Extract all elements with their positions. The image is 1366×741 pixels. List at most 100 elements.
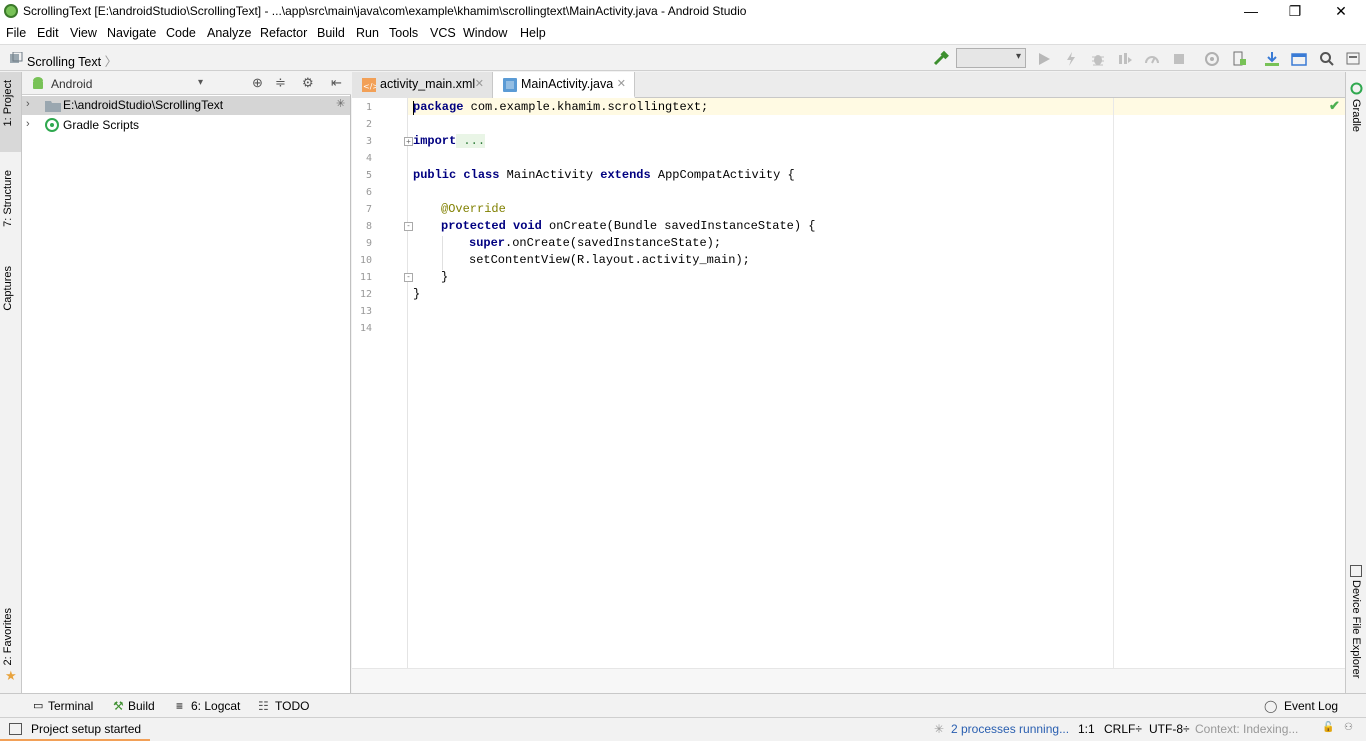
code-text: com.example.khamim.scrollingtext;	[463, 100, 709, 114]
menu-help[interactable]: Help	[520, 26, 546, 40]
class-name: MainActivity	[499, 168, 601, 182]
view-mode-chevron-down-icon[interactable]: ▾	[198, 77, 203, 88]
line-number: 12	[359, 289, 372, 300]
settings-gear-icon[interactable]: ⚙	[302, 75, 314, 91]
menu-code[interactable]: Code	[166, 26, 196, 40]
menu-window[interactable]: Window	[463, 26, 507, 40]
avd-manager-icon[interactable]	[1231, 51, 1247, 67]
keyword: package	[413, 100, 464, 114]
code-area[interactable]: package com.example.khamim.scrollingtext…	[408, 98, 1345, 668]
line-number: 4	[365, 153, 372, 164]
keyword: protected	[441, 219, 506, 233]
stop-icon[interactable]	[1171, 51, 1187, 67]
scroll-from-source-icon[interactable]: ⊕	[252, 75, 263, 91]
tree-row[interactable]: › E:\androidStudio\ScrollingText ✳	[22, 96, 350, 115]
gradle-icon	[45, 118, 59, 132]
menu-analyze[interactable]: Analyze	[207, 26, 251, 40]
line-separator-selector[interactable]: CRLF÷	[1104, 722, 1142, 736]
tab-mainactivity-java[interactable]: MainActivity.java ✕	[493, 72, 635, 98]
sync-gradle-icon[interactable]	[1204, 51, 1220, 67]
maximize-button[interactable]: ❐	[1272, 0, 1318, 23]
menu-vcs[interactable]: VCS	[430, 26, 456, 40]
tab-logcat[interactable]: 6: Logcat	[191, 699, 240, 713]
tab-device-file-explorer[interactable]: Device File Explorer	[1350, 580, 1362, 678]
line-number: 11	[359, 272, 372, 283]
bottom-tool-bar: ▭ Terminal ⚒ Build ≡ 6: Logcat ☷ TODO ◯ …	[0, 693, 1366, 717]
tab-favorites[interactable]: 2: Favorites	[2, 608, 14, 665]
editor-breadcrumb-area	[352, 668, 1345, 693]
close-tab-icon[interactable]: ✕	[617, 77, 626, 90]
code-text: AppCompatActivity {	[650, 168, 795, 182]
line-number: 6	[365, 187, 372, 198]
folded-imports[interactable]: ...	[456, 134, 486, 148]
menu-file[interactable]: File	[6, 26, 26, 40]
menu-run[interactable]: Run	[356, 26, 379, 40]
project-panel-header: Android ▾ ⊕ ≑ ⚙ ⇤	[22, 72, 351, 95]
hammer-build-icon[interactable]	[932, 50, 950, 68]
breadcrumb[interactable]: Scrolling Text 〉	[27, 51, 117, 70]
chevron-down-icon: ▾	[1015, 51, 1021, 62]
collapse-all-icon[interactable]: ≑	[275, 75, 286, 91]
close-button[interactable]: ✕	[1318, 0, 1364, 23]
lock-icon[interactable]: 🔓	[1322, 722, 1334, 733]
analysis-ok-check-icon[interactable]: ✔	[1329, 98, 1340, 114]
project-structure-icon[interactable]	[1291, 51, 1309, 67]
terminal-icon: ▭	[33, 700, 44, 712]
assistant-icon[interactable]	[1345, 51, 1361, 67]
menu-view[interactable]: View	[70, 26, 97, 40]
keyword: public	[413, 168, 457, 182]
tab-todo[interactable]: TODO	[275, 699, 309, 713]
minimize-button[interactable]: —	[1228, 0, 1274, 23]
code-line-11: setContentView(R.layout.activity_main);	[469, 253, 750, 267]
keyword: void	[513, 219, 542, 233]
todo-icon: ☷	[258, 699, 269, 713]
code-line-8: @Override	[441, 202, 506, 216]
caret-position[interactable]: 1:1	[1078, 722, 1095, 736]
run-config-dropdown[interactable]: ▾	[956, 48, 1026, 68]
profile-icon[interactable]	[1117, 51, 1133, 67]
tab-gradle[interactable]: Gradle	[1350, 99, 1362, 132]
tab-project[interactable]: 1: Project	[2, 80, 14, 126]
menu-tools[interactable]: Tools	[389, 26, 418, 40]
close-tab-icon[interactable]: ✕	[475, 77, 484, 90]
tab-build[interactable]: Build	[128, 699, 155, 713]
tab-label: activity_main.xml	[380, 77, 476, 91]
attach-debugger-icon[interactable]	[1144, 51, 1160, 67]
run-icon[interactable]	[1036, 51, 1052, 67]
encoding-selector[interactable]: UTF-8÷	[1149, 722, 1190, 736]
code-text: onCreate(Bundle savedInstanceState) {	[541, 219, 816, 233]
sdk-manager-icon[interactable]	[1264, 51, 1280, 67]
title-bar: ScrollingText [E:\androidStudio\Scrollin…	[0, 0, 1366, 23]
tab-event-log[interactable]: Event Log	[1284, 699, 1338, 713]
menu-edit[interactable]: Edit	[37, 26, 59, 40]
menu-refactor[interactable]: Refactor	[260, 26, 307, 40]
breadcrumb-label: Scrolling Text	[27, 55, 102, 69]
keyword: class	[463, 168, 500, 182]
tab-captures[interactable]: Captures	[2, 266, 14, 311]
toggle-tool-windows-icon[interactable]	[9, 723, 22, 735]
hide-panel-icon[interactable]: ⇤	[331, 75, 342, 91]
debug-icon[interactable]	[1090, 51, 1106, 67]
xml-file-icon: </>	[362, 78, 376, 92]
gradle-icon	[1350, 82, 1363, 95]
code-line-12: }	[441, 270, 449, 284]
tab-activity-main-xml[interactable]: </> activity_main.xml ✕	[352, 72, 493, 98]
context-indicator: Context: Indexing...	[1195, 722, 1299, 736]
build-icon: ⚒	[113, 699, 124, 713]
inspector-icon[interactable]: ⚇	[1344, 722, 1353, 733]
android-icon	[33, 77, 43, 89]
menu-navigate[interactable]: Navigate	[107, 26, 156, 40]
view-mode-selector[interactable]: Android	[51, 77, 92, 91]
search-icon[interactable]	[1319, 51, 1335, 67]
tab-structure[interactable]: 7: Structure	[2, 170, 14, 227]
expand-arrow-icon[interactable]: ›	[26, 118, 30, 130]
expand-arrow-icon[interactable]: ›	[26, 98, 30, 110]
menu-build[interactable]: Build	[317, 26, 345, 40]
tree-row[interactable]: › Gradle Scripts	[22, 116, 350, 135]
tab-terminal[interactable]: Terminal	[48, 699, 93, 713]
folder-icon	[45, 101, 61, 112]
apply-changes-icon[interactable]	[1063, 51, 1079, 67]
background-processes-link[interactable]: 2 processes running...	[951, 722, 1069, 736]
line-number: 1	[365, 102, 372, 113]
breadcrumb-chevron-icon: 〉	[104, 55, 118, 69]
